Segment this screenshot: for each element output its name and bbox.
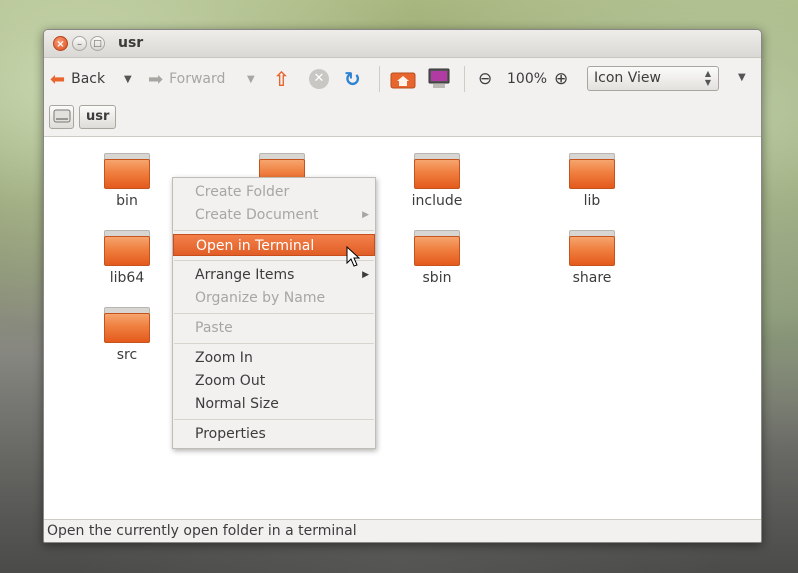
menu-item-label: Zoom In [195,350,253,366]
folder-item[interactable]: sbin [387,230,487,286]
menu-item-label: Normal Size [195,396,279,412]
folder-icon [414,230,460,266]
back-history-dropdown[interactable]: ▼ [124,58,132,100]
forward-button[interactable]: ➡ Forward [148,58,225,100]
zoom-in-button[interactable]: ⊕ [554,58,568,100]
pathbar: usr [44,102,761,134]
folder-icon [414,153,460,189]
menu-item-create-folder[interactable]: Create Folder [173,181,375,203]
computer-icon [428,68,450,88]
zoom-out-icon: ⊖ [478,69,493,89]
home-button[interactable] [390,58,416,100]
menu-separator [174,230,374,231]
chevron-down-icon: ▼ [124,73,132,85]
hard-drive-icon [53,109,71,123]
menu-item-properties[interactable]: Properties [173,423,375,445]
menu-item-zoom-out[interactable]: Zoom Out [173,370,375,392]
forward-label: Forward [169,71,226,87]
folder-item[interactable]: share [542,230,642,286]
toolbar-separator [379,66,380,92]
folder-item[interactable]: bin [77,153,177,209]
menu-separator [174,313,374,314]
back-button[interactable]: ⬅ Back [50,58,105,100]
file-manager-window: × – □ usr ⬅ Back ▼ ➡ Forward ▼ ⇧ ✕ ↻ ⊖ 1… [43,29,762,543]
menu-item-paste[interactable]: Paste [173,317,375,339]
breadcrumb-current[interactable]: usr [79,105,117,129]
folder-label: share [572,270,612,286]
view-mode-select[interactable]: Icon View ▲ ▼ [587,66,719,91]
menu-item-label: Organize by Name [195,290,326,306]
up-button[interactable]: ⇧ [273,58,290,100]
menu-item-label: Create Folder [195,184,290,200]
folder-label: src [116,347,138,363]
submenu-arrow-icon: ▶ [362,270,369,280]
filesystem-root-button[interactable] [49,105,74,129]
folder-item[interactable]: lib64 [77,230,177,286]
reload-button[interactable]: ↻ [344,58,361,100]
forward-history-dropdown[interactable]: ▼ [247,58,255,100]
file-icon-view[interactable]: bin include lib lib64 sbin share src [44,136,761,520]
up-arrow-icon: ⇧ [273,67,290,91]
stop-button[interactable]: ✕ [309,69,329,89]
toolbar-separator [464,66,465,92]
chevron-down-icon: ▼ [247,73,255,85]
close-window-button[interactable]: × [53,36,68,51]
zoom-out-button[interactable]: ⊖ [478,58,492,100]
computer-button[interactable] [427,58,451,100]
folder-item[interactable]: lib [542,153,642,209]
menu-item-label: Zoom Out [195,373,266,389]
stop-icon: ✕ [313,71,325,86]
menu-item-organize-by-name[interactable]: Organize by Name [173,287,375,309]
menu-item-label: Create Document [195,207,319,223]
forward-arrow-icon: ➡ [148,68,164,90]
menu-separator [174,343,374,344]
minimize-window-button[interactable]: – [72,36,87,51]
menu-item-create-document[interactable]: Create Document ▶ [173,204,375,226]
folder-label: bin [116,193,138,209]
menu-item-label: Arrange Items [195,267,295,283]
menu-item-zoom-in[interactable]: Zoom In [173,347,375,369]
folder-label: include [411,193,463,209]
menu-item-label: Paste [195,320,233,336]
menu-item-label: Open in Terminal [196,238,315,254]
folder-item[interactable]: src [77,307,177,363]
menu-separator [174,260,374,261]
folder-icon [569,230,615,266]
toolbar-overflow-menu[interactable]: ▼ [738,72,746,83]
reload-icon: ↻ [344,67,361,91]
chevron-down-icon: ▼ [738,72,746,83]
statusbar: Open the currently open folder in a term… [44,519,761,542]
zoom-level[interactable]: 100% [507,58,547,100]
submenu-arrow-icon: ▶ [362,210,369,220]
spinner-arrows-icon: ▲ ▼ [704,69,711,87]
folder-icon [104,153,150,189]
menu-item-open-in-terminal[interactable]: Open in Terminal [173,234,375,256]
folder-icon [104,307,150,343]
folder-icon [569,153,615,189]
menu-item-normal-size[interactable]: Normal Size [173,393,375,415]
menu-item-arrange-items[interactable]: Arrange Items ▶ [173,264,375,286]
folder-label: lib64 [109,270,145,286]
folder-item[interactable]: include [387,153,487,209]
window-title: usr [118,35,144,51]
menu-separator [174,419,374,420]
back-label: Back [71,71,106,87]
titlebar[interactable]: × – □ usr [44,30,761,58]
folder-label: sbin [422,270,452,286]
view-mode-value: Icon View [594,70,661,86]
mouse-pointer-icon [346,246,360,267]
back-arrow-icon: ⬅ [50,68,66,90]
context-menu: Create Folder Create Document ▶ Open in … [172,177,376,449]
menu-item-label: Properties [195,426,266,442]
zoom-in-icon: ⊕ [554,69,569,89]
folder-icon [104,230,150,266]
folder-label: lib [583,193,601,209]
maximize-window-button[interactable]: □ [90,36,105,51]
home-folder-icon [390,72,416,89]
